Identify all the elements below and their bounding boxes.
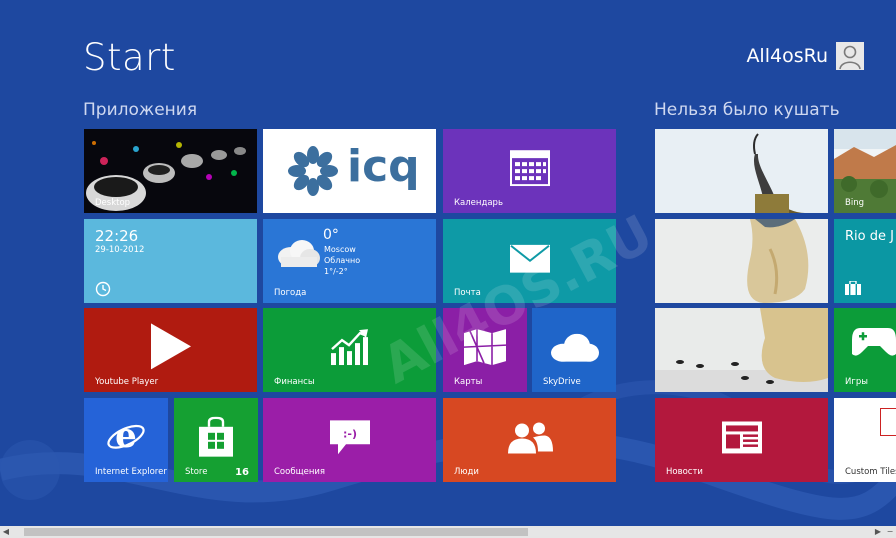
zoom-out-icon[interactable]: −: [884, 526, 896, 538]
tile-weather[interactable]: 0° Moscow Облачно 1°/-2° Погода: [263, 219, 436, 303]
tile-travel[interactable]: Rio de J: [834, 219, 896, 303]
tile-label: Новости: [666, 467, 703, 477]
people-icon: [507, 422, 553, 454]
travel-destination: Rio de J: [845, 229, 894, 244]
shopping-bag-icon: [199, 416, 233, 457]
tile-label: Store: [185, 467, 208, 477]
tile-desktop[interactable]: Desktop: [84, 129, 257, 213]
message-bubble-icon: :-): [329, 420, 370, 455]
tile-label: Desktop: [95, 198, 131, 208]
tile-label: Internet Explorer: [95, 467, 167, 477]
photo-tile-3[interactable]: [655, 308, 828, 392]
clock-icon: [95, 281, 111, 297]
start-title: Start: [83, 36, 176, 79]
tile-label: Bing: [845, 198, 864, 208]
scroll-left-arrow-icon[interactable]: ◀: [0, 526, 12, 538]
tile-clock[interactable]: 22:26 29-10-2012: [84, 219, 257, 303]
pear-photo-bottom: [655, 308, 828, 392]
tile-internet-explorer[interactable]: e Internet Explorer: [84, 398, 168, 482]
tile-label: Финансы: [274, 377, 315, 387]
calendar-icon: [509, 150, 550, 187]
suitcase-icon: [845, 281, 861, 295]
clock-date: 29-10-2012: [95, 245, 145, 255]
tile-label: Люди: [454, 467, 479, 477]
store-badge: 16: [235, 467, 249, 478]
chart-growth-icon: [330, 329, 368, 366]
pear-photo-middle: [655, 219, 828, 303]
tile-messages[interactable]: :-) Сообщения: [263, 398, 436, 482]
svg-text::-): :-): [343, 427, 357, 440]
tile-people[interactable]: Люди: [443, 398, 616, 482]
envelope-icon: [509, 244, 550, 273]
photo-tile-1[interactable]: [655, 129, 828, 213]
icq-logo-text: icq: [347, 141, 420, 192]
cloud-storage-icon: [551, 333, 599, 362]
tile-label: Игры: [845, 377, 868, 387]
avatar: [836, 42, 864, 70]
icq-flower-icon: [288, 146, 338, 196]
cloud-icon: [278, 240, 320, 267]
internet-explorer-icon: e: [107, 417, 145, 456]
map-icon: [464, 329, 506, 366]
tile-youtube-player[interactable]: Youtube Player: [84, 308, 257, 392]
photo-tile-2[interactable]: [655, 219, 828, 303]
scroll-right-arrow-icon[interactable]: ▶: [872, 526, 884, 538]
custom-tiles-icon: [880, 408, 896, 436]
newspaper-icon: [721, 421, 762, 454]
tile-label: SkyDrive: [543, 377, 581, 387]
group-title-second: Нельзя было кушать: [654, 100, 840, 120]
clock-time: 22:26: [95, 227, 139, 245]
group-title-apps: Приложения: [83, 100, 198, 120]
tile-news[interactable]: Новости: [655, 398, 828, 482]
tile-label: Карты: [454, 377, 483, 387]
weather-range: 1°/-2°: [324, 267, 348, 276]
tile-calendar[interactable]: Календарь: [443, 129, 616, 213]
tile-label: Custom Tiles: [845, 467, 896, 477]
user-silhouette-icon: [839, 45, 861, 70]
tile-skydrive[interactable]: SkyDrive: [532, 308, 616, 392]
tile-custom-tiles[interactable]: Custom Tiles: [834, 398, 896, 482]
tile-icq[interactable]: icq: [263, 129, 436, 213]
horizontal-scrollbar[interactable]: ◀ ▶ −: [0, 526, 896, 538]
tile-finance[interactable]: Финансы: [263, 308, 436, 392]
tile-maps[interactable]: Карты: [443, 308, 527, 392]
play-icon: [150, 323, 191, 370]
pear-photo-top: [655, 129, 828, 213]
username: All4osRu: [746, 45, 828, 67]
tile-label: Почта: [454, 288, 481, 298]
tile-label: Youtube Player: [95, 377, 159, 387]
tile-label: Погода: [274, 288, 307, 298]
weather-condition: Облачно: [324, 256, 361, 265]
tile-games[interactable]: Игры: [834, 308, 896, 392]
user-account[interactable]: All4osRu: [746, 42, 864, 70]
weather-temp: 0°: [323, 227, 339, 243]
bing-landscape-image: [834, 129, 896, 213]
tile-label: Календарь: [454, 198, 503, 208]
svg-text:e: e: [115, 417, 137, 456]
tile-store[interactable]: Store 16: [174, 398, 258, 482]
tile-label: Сообщения: [274, 467, 326, 477]
tile-mail[interactable]: Почта: [443, 219, 616, 303]
game-controller-icon: [852, 328, 896, 356]
weather-city: Moscow: [324, 245, 356, 254]
scrollbar-thumb[interactable]: [24, 528, 528, 536]
tile-bing[interactable]: Bing: [834, 129, 896, 213]
